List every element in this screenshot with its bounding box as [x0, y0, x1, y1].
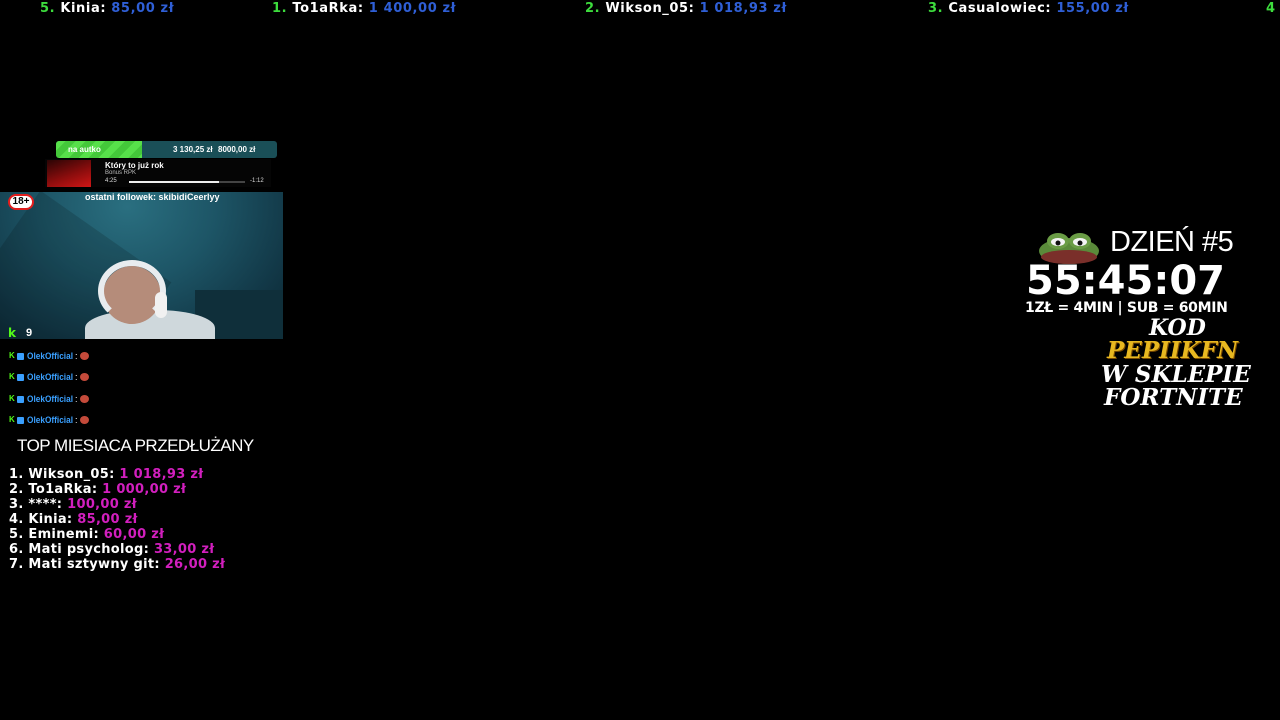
leaderboard-row: 1. Wikson_05: 1 018,93 zł: [9, 467, 203, 482]
emote-icon: [80, 416, 89, 424]
ticker-item: 4: [1266, 1, 1276, 16]
ticker-rank: 5.: [40, 1, 56, 16]
leaderboard-amount: 85,00 zł: [77, 512, 138, 527]
ticker-rank: 3.: [928, 1, 944, 16]
chat-username[interactable]: OlekOfficial: [27, 414, 73, 426]
chat-username[interactable]: OlekOfficial: [27, 393, 73, 405]
leaderboard-row: 5. Eminemi: 60,00 zł: [9, 527, 164, 542]
creator-code-store: FORTNITE: [1104, 384, 1243, 411]
chat-separator: :: [75, 351, 78, 361]
headphone-cup: [155, 292, 167, 318]
emote-icon: [80, 352, 89, 360]
sub-badge-icon: [17, 417, 24, 424]
ticker-name: Casualowiec:: [948, 1, 1052, 16]
ticker-item: 1. To1aRka: 1 400,00 zł: [272, 1, 456, 16]
ticker-item: 2. Wikson_05: 1 018,93 zł: [585, 1, 787, 16]
subathon-timer: 55:45:07: [1026, 258, 1225, 304]
leaderboard-amount: 100,00 zł: [67, 497, 137, 512]
ticker-rank: 2.: [585, 1, 601, 16]
ticker-amount: 1 400,00 zł: [368, 1, 457, 16]
ticker-item: 5. Kinia: 85,00 zł: [40, 1, 174, 16]
kick-badge-icon: K: [9, 351, 15, 360]
leaderboard-amount: 1 000,00 zł: [102, 482, 187, 497]
kick-badge-icon: K: [9, 372, 15, 381]
leaderboard-title: TOP MIESIACA PRZEDŁUŻANY: [17, 436, 254, 455]
kick-badge-icon: K: [9, 394, 15, 403]
leaderboard-row: 4. Kinia: 85,00 zł: [9, 512, 138, 527]
ticker-rank: 4: [1266, 1, 1276, 16]
last-follower-label: ostatni followek: skibidiCeerlyy: [85, 192, 220, 202]
chat-separator: :: [75, 415, 78, 425]
song-elapsed: 4:25: [105, 178, 117, 184]
age-rating-badge: 18+: [8, 194, 34, 210]
sub-badge-icon: [17, 396, 24, 403]
emote-icon: [80, 395, 89, 403]
song-title: Który to już rok: [105, 161, 164, 170]
leaderboard-name: 6. Mati psycholog:: [9, 542, 150, 557]
chat-separator: :: [75, 372, 78, 382]
leaderboard-amount: 33,00 zł: [153, 542, 215, 557]
leaderboard-row: 6. Mati psycholog: 33,00 zł: [9, 542, 214, 557]
goal-current-amount: 3 130,25 zł: [173, 145, 213, 154]
leaderboard-name: 2. To1aRka:: [9, 482, 98, 497]
leaderboard-name: 1. Wikson_05:: [9, 467, 115, 482]
webcam-feed: [0, 192, 283, 339]
ticker-name: Wikson_05:: [605, 1, 695, 16]
leaderboard-name: 3. ****:: [9, 497, 63, 512]
sub-badge-icon: [17, 374, 24, 381]
leaderboard-row: 3. ****: 100,00 zł: [9, 497, 137, 512]
subathon-day: DZIEŃ #5: [1110, 226, 1234, 258]
leaderboard-amount: 26,00 zł: [164, 557, 226, 572]
song-artist: Bonus RPK: [105, 170, 137, 176]
ticker-amount: 155,00 zł: [1056, 1, 1129, 16]
album-art: [47, 160, 91, 187]
ticker-name: To1aRka:: [292, 1, 364, 16]
donation-ticker: 5. Kinia: 85,00 zł 1. To1aRka: 1 400,00 …: [0, 0, 1280, 18]
ticker-name: Kinia:: [60, 1, 107, 16]
now-playing-widget: Który to już rok Bonus RPK 4:25 -1:12: [45, 159, 271, 187]
leaderboard-name: 5. Eminemi:: [9, 527, 99, 542]
song-remaining: -1:12: [250, 178, 264, 184]
subathon-rate: 1ZŁ = 4MIN | SUB = 60MIN: [1025, 300, 1228, 316]
song-progress-bar: [129, 181, 245, 183]
ticker-amount: 1 018,93 zł: [699, 1, 787, 16]
leaderboard-name: 4. Kinia:: [9, 512, 73, 527]
ticker-item: 3. Casualowiec: 155,00 zł: [928, 1, 1129, 16]
leaderboard-amount: 60,00 zł: [103, 527, 165, 542]
ticker-amount: 85,00 zł: [111, 1, 175, 16]
ticker-rank: 1.: [272, 1, 288, 16]
goal-label: na autko: [68, 145, 101, 154]
chat-username[interactable]: OlekOfficial: [27, 371, 73, 383]
leaderboard-row: 7. Mati sztywny git: 26,00 zł: [9, 557, 225, 572]
leaderboard-amount: 1 018,93 zł: [119, 467, 204, 482]
goal-target-amount: 8000,00 zł: [218, 145, 256, 154]
chat-username[interactable]: OlekOfficial: [27, 350, 73, 362]
sub-badge-icon: [17, 353, 24, 360]
kick-badge-icon: K: [9, 415, 15, 424]
leaderboard-row: 2. To1aRka: 1 000,00 zł: [9, 482, 186, 497]
creator-code: PEPIIKFN: [1107, 337, 1238, 364]
chat-separator: :: [75, 394, 78, 404]
song-progress-fill: [129, 181, 220, 183]
viewer-count: 9: [26, 327, 33, 339]
leaderboard-name: 7. Mati sztywny git:: [9, 557, 160, 572]
kick-logo-icon: k: [8, 326, 16, 340]
donation-goal-bar: na autko 3 130,25 zł 8000,00 zł: [56, 141, 277, 158]
emote-icon: [80, 373, 89, 381]
